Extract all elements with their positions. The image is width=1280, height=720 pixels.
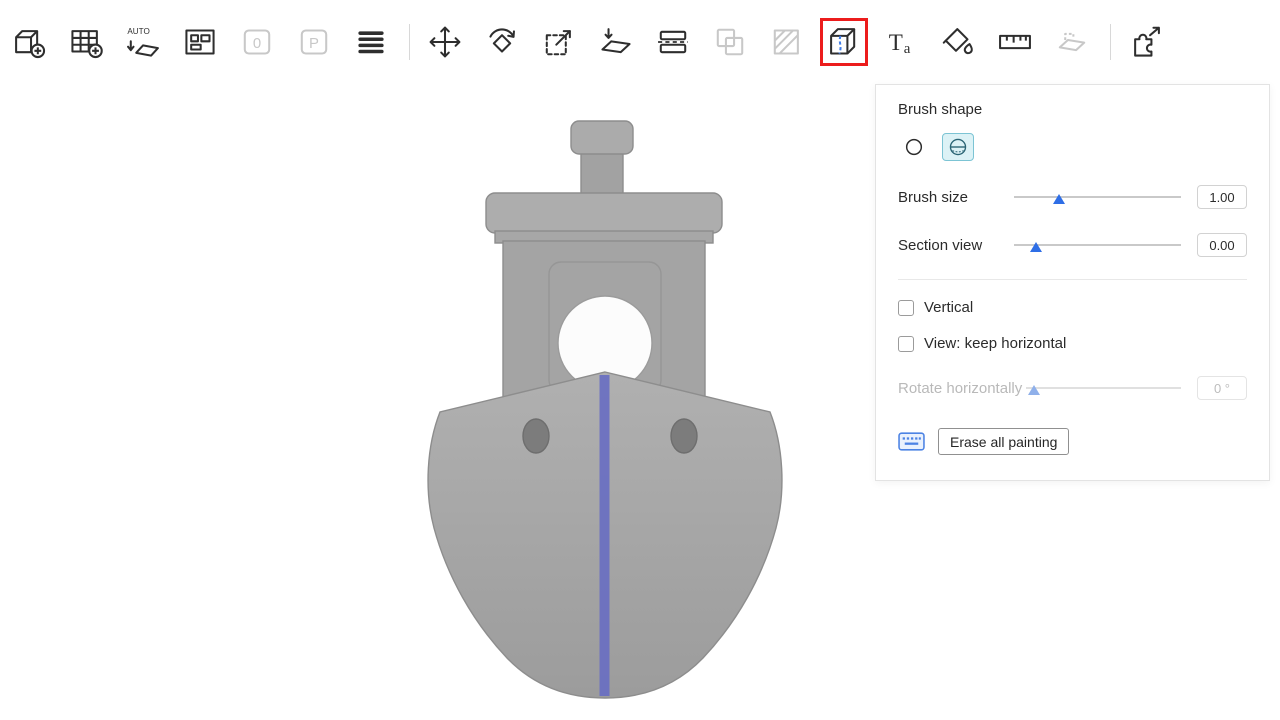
support-painting-icon	[768, 23, 806, 61]
mesh-boolean-icon	[711, 23, 749, 61]
vertical-checkbox[interactable]	[898, 300, 914, 316]
tool-cut-button[interactable]	[652, 21, 694, 63]
split-to-parts-icon: P	[295, 23, 333, 61]
vertical-label: Vertical	[924, 299, 973, 316]
seam-painting-panel: Brush shape Brush size Section view Vert…	[875, 84, 1270, 481]
move-icon	[426, 23, 464, 61]
circle-brush-icon	[903, 136, 925, 158]
arrange-icon	[181, 23, 219, 61]
text-icon: Ta	[882, 23, 920, 61]
flatten-icon	[597, 23, 635, 61]
tool-support-painting-button	[766, 21, 808, 63]
keep-horizontal-checkbox[interactable]	[898, 336, 914, 352]
color-painting-icon	[939, 23, 977, 61]
tool-flatten-button[interactable]	[595, 21, 637, 63]
tool-arrange-button[interactable]	[179, 21, 221, 63]
scale-icon	[540, 23, 578, 61]
keep-horizontal-row: View: keep horizontal	[898, 335, 1247, 352]
brush-size-row: Brush size	[898, 185, 1247, 209]
measure-icon	[996, 23, 1034, 61]
vertical-row: Vertical	[898, 299, 1247, 316]
benchy-chimney-cap	[571, 121, 633, 154]
brush-shape-option-circle[interactable]	[898, 133, 930, 161]
variable-layer-height-icon	[352, 23, 390, 61]
assembly-view-icon	[1127, 23, 1165, 61]
brush-shape-options	[898, 133, 1247, 161]
tool-add-button[interactable]	[8, 21, 50, 63]
section-view-slider-thumb[interactable]	[1030, 242, 1042, 252]
tool-measure-button[interactable]	[994, 21, 1036, 63]
tool-add-plate-button[interactable]	[65, 21, 107, 63]
svg-text:T: T	[889, 29, 903, 55]
tool-scale-button[interactable]	[538, 21, 580, 63]
benchy-roof	[486, 193, 722, 233]
rotate-horizontally-slider-track	[1026, 387, 1181, 389]
svg-text:a: a	[904, 41, 911, 57]
tool-move-button[interactable]	[424, 21, 466, 63]
section-view-input[interactable]	[1197, 233, 1247, 257]
cut-icon	[654, 23, 692, 61]
svg-text:0: 0	[253, 35, 261, 52]
toolbar-divider	[1110, 24, 1111, 60]
brush-size-slider-thumb[interactable]	[1053, 194, 1065, 204]
benchy-porthole-left	[523, 419, 549, 453]
assembly-icon	[1053, 23, 1091, 61]
erase-all-painting-button[interactable]: Erase all painting	[938, 428, 1069, 455]
brush-size-slider[interactable]	[1014, 190, 1181, 204]
rotate-horizontally-slider	[1026, 381, 1181, 395]
auto-orient-icon: AUTO	[124, 23, 162, 61]
tool-auto-orient-button[interactable]: AUTO	[122, 21, 164, 63]
split-to-objects-icon: 0	[238, 23, 276, 61]
tool-text-button[interactable]: Ta	[880, 21, 922, 63]
brush-shape-label: Brush shape	[898, 101, 1247, 118]
tool-split-to-parts-button: P	[293, 21, 335, 63]
main-toolbar: AUTO 0 P Ta	[0, 0, 1280, 84]
rotate-horizontally-row: Rotate horizontally	[898, 376, 1247, 400]
rotate-horizontally-label: Rotate horizontally	[898, 380, 1022, 397]
add-icon	[10, 23, 48, 61]
svg-text:AUTO: AUTO	[127, 27, 149, 36]
benchy-porthole-right	[671, 419, 697, 453]
add-plate-icon	[67, 23, 105, 61]
tool-mesh-boolean-button	[709, 21, 751, 63]
tool-assembly-button	[1051, 21, 1093, 63]
brush-shape-option-sphere[interactable]	[942, 133, 974, 161]
tool-seam-painting-button[interactable]	[823, 21, 865, 63]
keep-horizontal-label: View: keep horizontal	[924, 335, 1066, 352]
tool-color-painting-button[interactable]	[937, 21, 979, 63]
tool-split-to-objects-button: 0	[236, 21, 278, 63]
keyboard-shortcuts-button[interactable]	[898, 431, 925, 452]
section-view-slider[interactable]	[1014, 238, 1181, 252]
rotate-horizontally-input	[1197, 376, 1247, 400]
seam-painting-icon	[825, 23, 863, 61]
panel-divider	[898, 279, 1247, 280]
brush-size-slider-track	[1014, 196, 1181, 198]
tool-variable-layer-height-button[interactable]	[350, 21, 392, 63]
brush-size-input[interactable]	[1197, 185, 1247, 209]
rotate-icon	[483, 23, 521, 61]
rotate-horizontally-slider-thumb	[1028, 385, 1040, 395]
keyboard-icon	[898, 431, 925, 452]
section-view-label: Section view	[898, 237, 1014, 254]
brush-size-label: Brush size	[898, 189, 1014, 206]
tool-assembly-view-button[interactable]	[1125, 21, 1167, 63]
svg-text:P: P	[309, 35, 319, 52]
sphere-brush-icon	[947, 136, 969, 158]
section-view-row: Section view	[898, 233, 1247, 257]
panel-actions: Erase all painting	[898, 428, 1247, 455]
toolbar-divider	[409, 24, 410, 60]
tool-rotate-button[interactable]	[481, 21, 523, 63]
